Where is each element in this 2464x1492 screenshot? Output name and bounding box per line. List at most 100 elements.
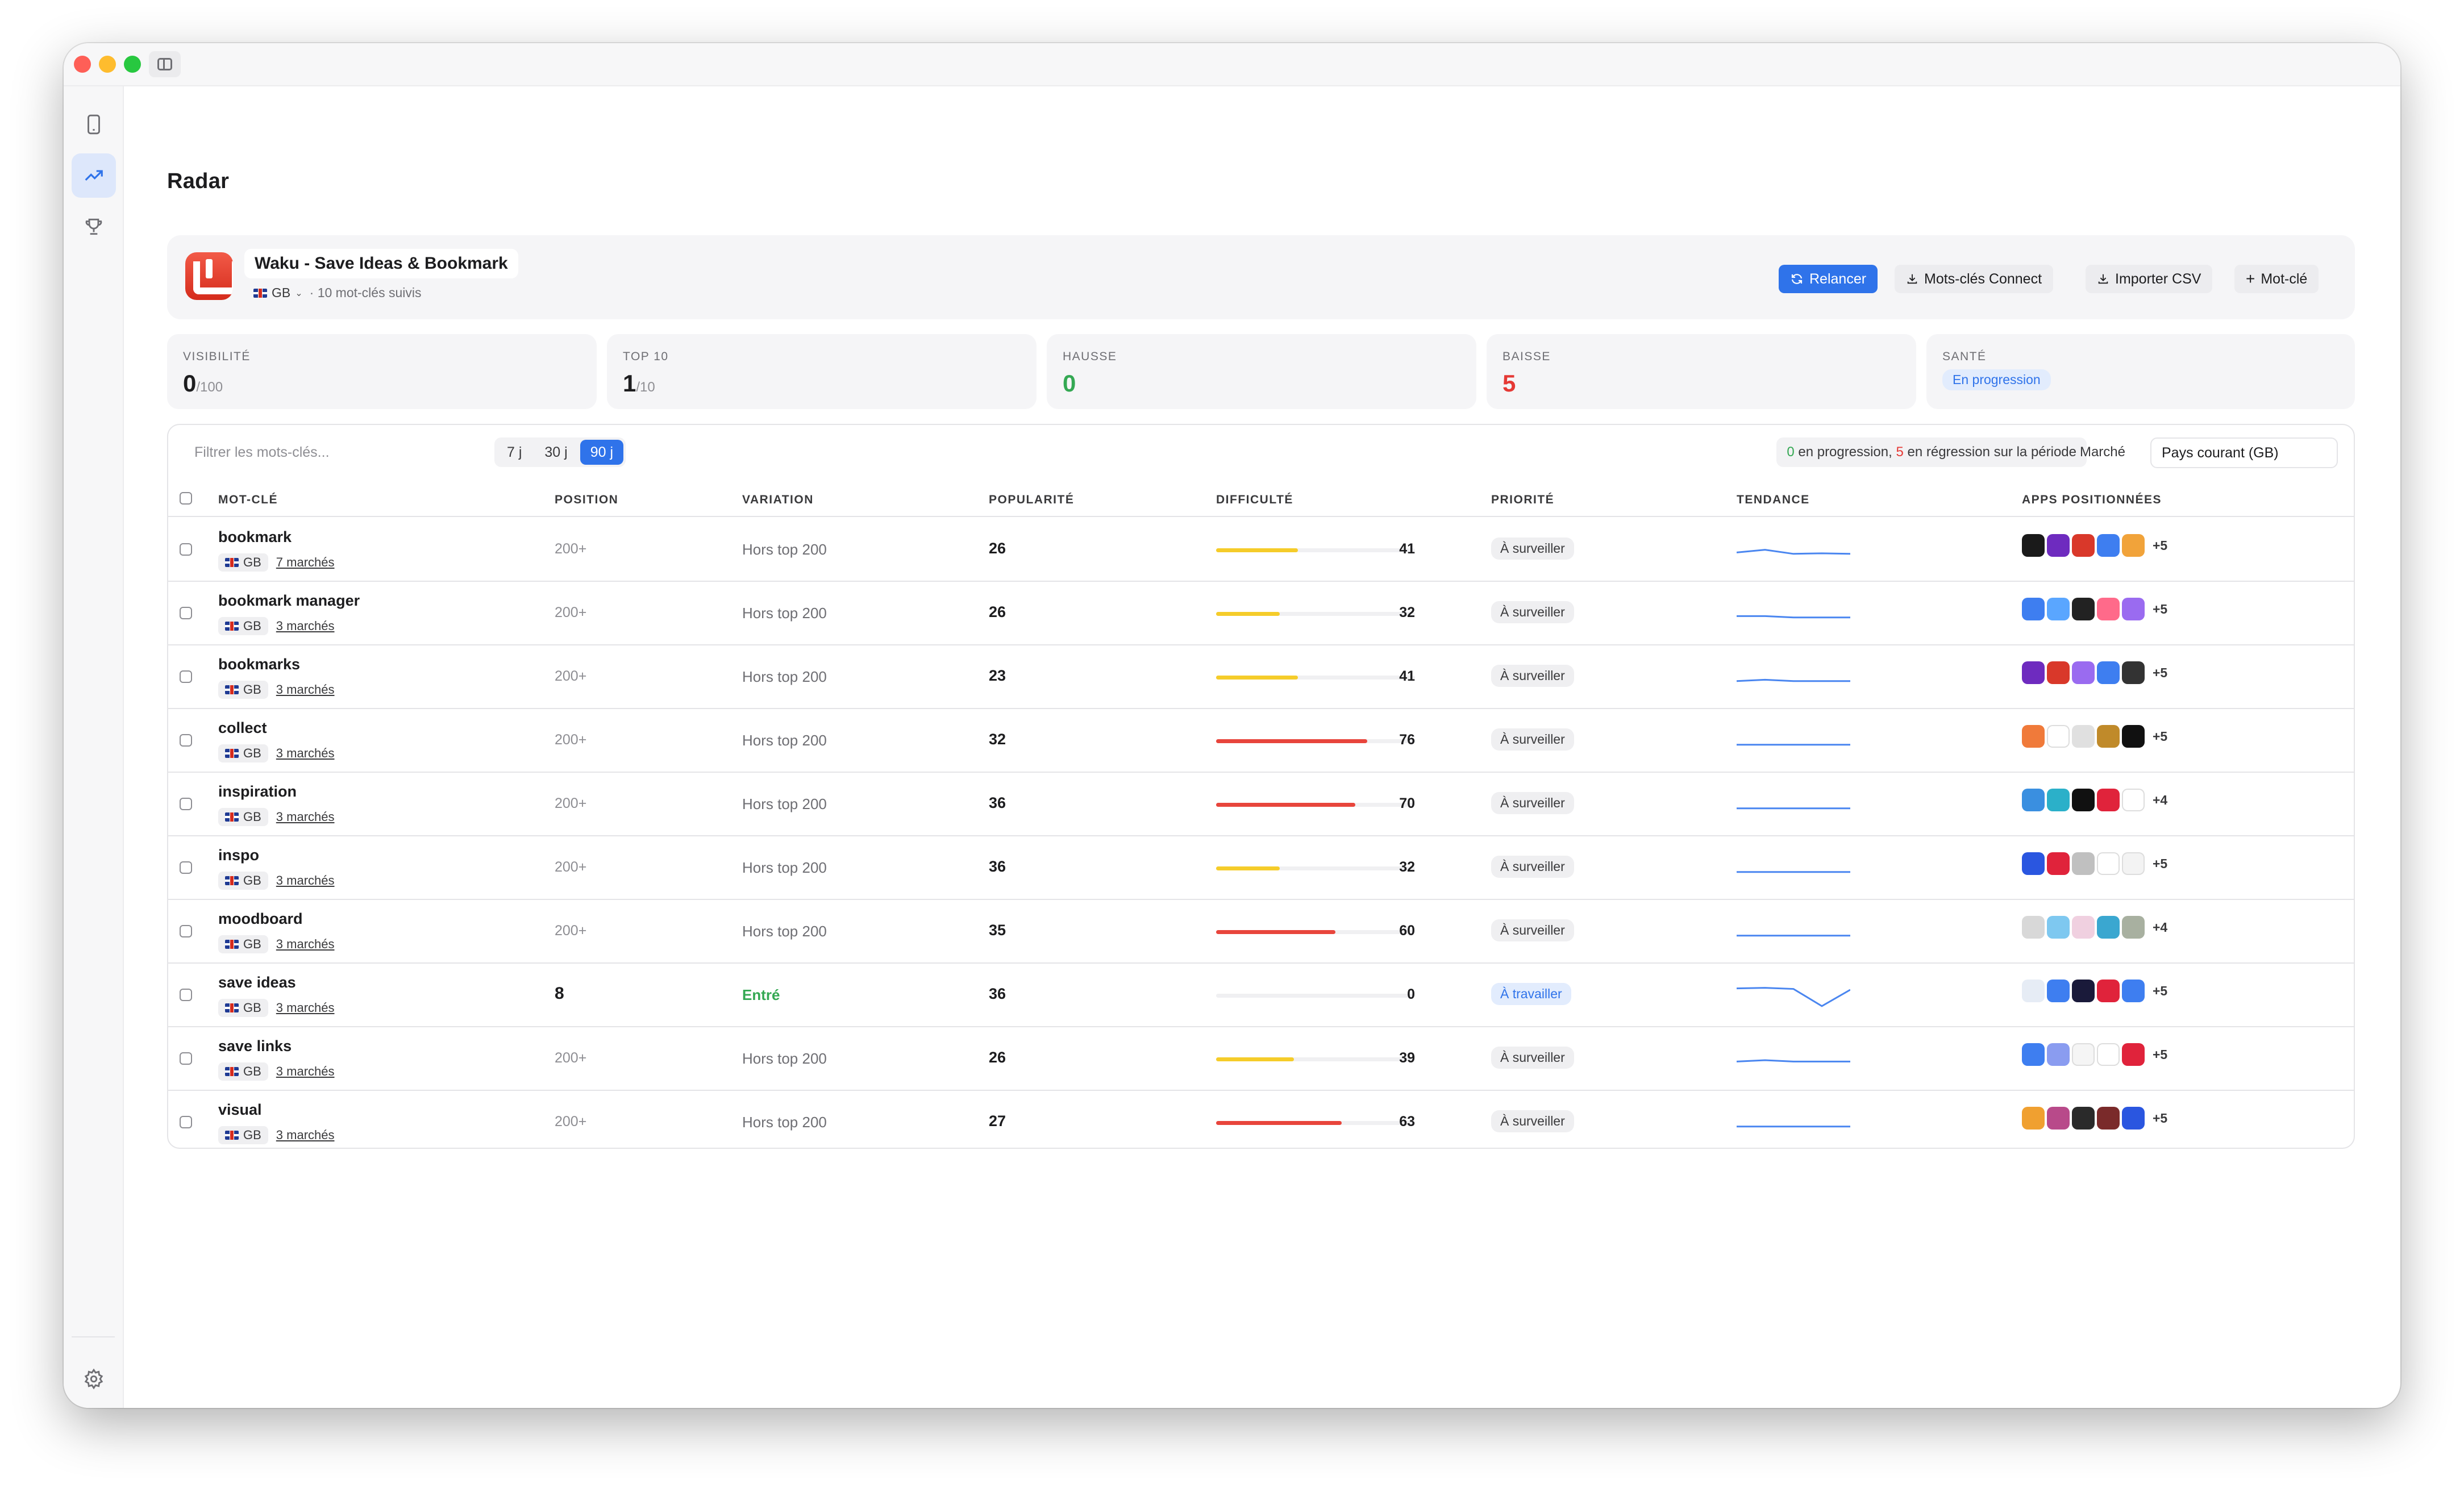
markets-link[interactable]: 3 marchés [276, 1001, 335, 1015]
app-icon[interactable] [2047, 789, 2070, 811]
app-icon[interactable] [2047, 534, 2070, 557]
col-keyword[interactable]: MOT-CLÉ [218, 493, 278, 507]
app-icon[interactable] [2072, 661, 2095, 684]
markets-link[interactable]: 3 marchés [276, 746, 335, 761]
app-icon[interactable] [2022, 1043, 2045, 1066]
app-icon[interactable] [2022, 725, 2045, 748]
row-checkbox[interactable] [180, 1116, 192, 1128]
table-row[interactable]: save links GB 3 marchés 200+ Hors top 200 26 3… [168, 1027, 2354, 1091]
sidebar-item-trophy[interactable] [72, 205, 116, 249]
table-row[interactable]: inspiration GB 3 marchés 200+ Hors top 200 36… [168, 773, 2354, 836]
app-icon[interactable] [2047, 852, 2070, 875]
priority-badge[interactable]: À travailler [1491, 983, 1571, 1005]
app-icon[interactable] [2122, 916, 2145, 939]
close-window-button[interactable] [74, 56, 91, 73]
markets-link[interactable]: 3 marchés [276, 682, 335, 697]
import-csv-button[interactable]: Importer CSV [2086, 265, 2213, 293]
col-variation[interactable]: VARIATION [742, 493, 814, 507]
filter-input[interactable]: Filtrer les mots-clés... [194, 444, 330, 461]
app-icon[interactable] [2072, 789, 2095, 811]
app-icon[interactable] [2122, 598, 2145, 620]
row-checkbox[interactable] [180, 734, 192, 747]
col-position[interactable]: POSITION [555, 493, 618, 507]
app-icon[interactable] [2047, 725, 2070, 748]
minimize-window-button[interactable] [99, 56, 116, 73]
markets-link[interactable]: 3 marchés [276, 937, 335, 952]
more-apps-count[interactable]: +5 [2153, 856, 2167, 872]
sidebar-item-apps[interactable] [72, 102, 116, 147]
positioned-apps[interactable]: +5 [2022, 1107, 2167, 1130]
row-checkbox[interactable] [180, 861, 192, 874]
app-icon[interactable] [2097, 1043, 2120, 1066]
add-keyword-button[interactable]: + Mot-clé [2234, 265, 2319, 293]
app-icon[interactable] [2097, 852, 2120, 875]
app-icon[interactable] [2022, 852, 2045, 875]
period-90d[interactable]: 90 j [580, 440, 624, 465]
app-icon[interactable] [2047, 916, 2070, 939]
app-icon[interactable] [2072, 916, 2095, 939]
app-icon[interactable] [2047, 661, 2070, 684]
table-row[interactable]: collect GB 3 marchés 200+ Hors top 200 32 76 À … [168, 709, 2354, 773]
table-row[interactable]: bookmark GB 7 marchés 200+ Hors top 200 26 41 À… [168, 518, 2354, 582]
app-icon[interactable] [2122, 725, 2145, 748]
priority-badge[interactable]: À surveiller [1491, 1110, 1574, 1132]
col-difficulty[interactable]: DIFFICULTÉ [1216, 493, 1293, 507]
app-icon[interactable] [2122, 661, 2145, 684]
row-checkbox[interactable] [180, 607, 192, 619]
positioned-apps[interactable]: +5 [2022, 980, 2167, 1002]
sidebar-toggle-button[interactable] [149, 51, 181, 77]
table-row[interactable]: bookmarks GB 3 marchés 200+ Hors top 200 23 41… [168, 645, 2354, 709]
priority-badge[interactable]: À surveiller [1491, 728, 1574, 751]
relaunch-button[interactable]: Relancer [1779, 265, 1878, 293]
app-icon[interactable] [2072, 534, 2095, 557]
more-apps-count[interactable]: +5 [2153, 729, 2167, 744]
priority-badge[interactable]: À surveiller [1491, 1047, 1574, 1069]
app-icon[interactable] [2022, 1107, 2045, 1130]
markets-link[interactable]: 3 marchés [276, 810, 335, 824]
priority-badge[interactable]: À surveiller [1491, 792, 1574, 814]
app-icon[interactable] [2097, 980, 2120, 1002]
app-icon[interactable] [2072, 852, 2095, 875]
col-apps[interactable]: APPS POSITIONNÉES [2022, 493, 2162, 507]
app-icon[interactable] [2047, 980, 2070, 1002]
app-icon[interactable] [2097, 598, 2120, 620]
positioned-apps[interactable]: +5 [2022, 852, 2167, 875]
app-icon[interactable] [2072, 1043, 2095, 1066]
positioned-apps[interactable]: +5 [2022, 598, 2167, 620]
more-apps-count[interactable]: +5 [2153, 983, 2167, 999]
app-icon[interactable] [2097, 661, 2120, 684]
row-checkbox[interactable] [180, 798, 192, 810]
table-row[interactable]: visual GB 3 marchés 200+ Hors top 200 27 63 À s… [168, 1091, 2354, 1148]
positioned-apps[interactable]: +5 [2022, 534, 2167, 557]
more-apps-count[interactable]: +5 [2153, 1047, 2167, 1062]
positioned-apps[interactable]: +5 [2022, 661, 2167, 684]
more-apps-count[interactable]: +4 [2153, 793, 2167, 808]
period-30d[interactable]: 30 j [534, 440, 577, 465]
col-popularity[interactable]: POPULARITÉ [989, 493, 1074, 507]
table-row[interactable]: inspo GB 3 marchés 200+ Hors top 200 36 32 À su… [168, 836, 2354, 900]
priority-badge[interactable]: À surveiller [1491, 919, 1574, 941]
app-icon[interactable] [2122, 980, 2145, 1002]
select-all-checkbox[interactable] [180, 492, 192, 505]
positioned-apps[interactable]: +4 [2022, 789, 2167, 811]
row-checkbox[interactable] [180, 543, 192, 556]
app-icon[interactable] [2047, 1043, 2070, 1066]
row-checkbox[interactable] [180, 1052, 192, 1065]
col-trend[interactable]: TENDANCE [1737, 493, 1810, 507]
app-icon[interactable] [2097, 1107, 2120, 1130]
market-select[interactable]: Pays courant (GB) [2150, 437, 2338, 468]
row-checkbox[interactable] [180, 989, 192, 1001]
priority-badge[interactable]: À surveiller [1491, 665, 1574, 687]
app-icon[interactable] [2047, 1107, 2070, 1130]
more-apps-count[interactable]: +5 [2153, 602, 2167, 617]
priority-badge[interactable]: À surveiller [1491, 537, 1574, 560]
app-icon[interactable] [2122, 1043, 2145, 1066]
markets-link[interactable]: 3 marchés [276, 1128, 335, 1143]
app-icon[interactable] [2072, 1107, 2095, 1130]
table-row[interactable]: moodboard GB 3 marchés 200+ Hors top 200 35 60… [168, 900, 2354, 964]
app-icon[interactable] [2022, 598, 2045, 620]
period-7d[interactable]: 7 j [497, 440, 532, 465]
app-icon[interactable] [2022, 980, 2045, 1002]
app-icon[interactable] [2097, 534, 2120, 557]
more-apps-count[interactable]: +4 [2153, 920, 2167, 935]
